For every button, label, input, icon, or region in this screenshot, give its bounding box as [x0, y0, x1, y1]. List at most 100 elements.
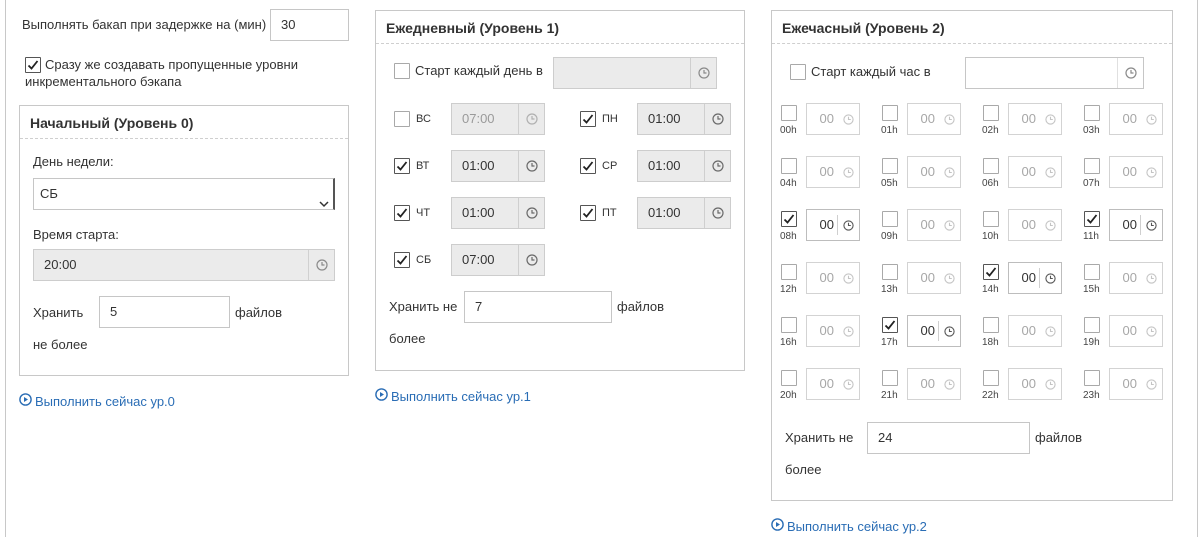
clock-icon[interactable]: [1140, 109, 1162, 129]
clock-icon[interactable]: [704, 151, 730, 181]
hour-checkbox-15[interactable]: [1084, 264, 1100, 280]
hour-minute-input[interactable]: 00: [1008, 262, 1062, 294]
hour-checkbox-23[interactable]: [1084, 370, 1100, 386]
hour-checkbox-19[interactable]: [1084, 317, 1100, 333]
hour-minute-input[interactable]: 00: [1008, 315, 1062, 347]
clock-icon[interactable]: [1039, 162, 1061, 182]
hour-checkbox-7[interactable]: [1084, 158, 1100, 174]
clock-icon[interactable]: [308, 250, 334, 280]
day-time-input[interactable]: 07:00: [451, 103, 545, 135]
hour-checkbox-17[interactable]: [882, 317, 898, 333]
hour-checkbox-5[interactable]: [882, 158, 898, 174]
hour-checkbox-21[interactable]: [882, 370, 898, 386]
clock-icon[interactable]: [837, 215, 859, 235]
day-time-input[interactable]: 01:00: [451, 150, 545, 182]
clock-icon[interactable]: [690, 58, 716, 88]
hour-minute-input[interactable]: 00: [1008, 103, 1062, 135]
hour-checkbox-12[interactable]: [781, 264, 797, 280]
hour-checkbox-11[interactable]: [1084, 211, 1100, 227]
clock-icon[interactable]: [518, 245, 544, 275]
clock-icon[interactable]: [704, 198, 730, 228]
clock-icon[interactable]: [837, 268, 859, 288]
hour-minute-input[interactable]: 00: [907, 156, 961, 188]
clock-icon[interactable]: [938, 321, 960, 341]
level1-keep-input[interactable]: 7: [464, 291, 612, 323]
clock-icon[interactable]: [837, 321, 859, 341]
clock-icon[interactable]: [1039, 321, 1061, 341]
hour-minute-input[interactable]: 00: [1109, 209, 1163, 241]
clock-icon[interactable]: [518, 198, 544, 228]
hour-checkbox-14[interactable]: [983, 264, 999, 280]
clock-icon[interactable]: [837, 162, 859, 182]
hour-minute-input[interactable]: 00: [806, 262, 860, 294]
hour-checkbox-3[interactable]: [1084, 105, 1100, 121]
clock-icon[interactable]: [1140, 268, 1162, 288]
day-checkbox-0[interactable]: [394, 111, 410, 127]
clock-icon[interactable]: [704, 104, 730, 134]
day-time-input[interactable]: 07:00: [451, 244, 545, 276]
clock-icon[interactable]: [837, 109, 859, 129]
day-time-input[interactable]: 01:00: [637, 197, 731, 229]
hour-checkbox-22[interactable]: [983, 370, 999, 386]
day-time-input[interactable]: 01:00: [451, 197, 545, 229]
hour-checkbox-8[interactable]: [781, 211, 797, 227]
day-time-input[interactable]: 01:00: [637, 150, 731, 182]
clock-icon[interactable]: [1039, 374, 1061, 394]
hour-minute-input[interactable]: 00: [806, 103, 860, 135]
day-checkbox-1[interactable]: [580, 111, 596, 127]
hour-checkbox-9[interactable]: [882, 211, 898, 227]
hour-checkbox-4[interactable]: [781, 158, 797, 174]
clock-icon[interactable]: [1039, 268, 1061, 288]
hour-minute-input[interactable]: 00: [907, 315, 961, 347]
hour-minute-input[interactable]: 00: [907, 368, 961, 400]
level0-keep-input[interactable]: 5: [99, 296, 230, 328]
clock-icon[interactable]: [1039, 215, 1061, 235]
every-day-time-input[interactable]: [553, 57, 717, 89]
day-time-input[interactable]: 01:00: [637, 103, 731, 135]
hour-checkbox-13[interactable]: [882, 264, 898, 280]
clock-icon[interactable]: [518, 104, 544, 134]
clock-icon[interactable]: [1140, 321, 1162, 341]
level2-keep-input[interactable]: 24: [867, 422, 1030, 454]
day-checkbox-4[interactable]: [394, 205, 410, 221]
catchup-checkbox[interactable]: [25, 57, 41, 73]
run-now-level1-link[interactable]: Выполнить сейчас ур.1: [375, 388, 531, 404]
hour-minute-input[interactable]: 00: [1109, 156, 1163, 188]
clock-icon[interactable]: [938, 215, 960, 235]
clock-icon[interactable]: [837, 374, 859, 394]
run-now-level2-link[interactable]: Выполнить сейчас ур.2: [771, 518, 927, 534]
hour-minute-input[interactable]: 00: [806, 315, 860, 347]
hour-checkbox-18[interactable]: [983, 317, 999, 333]
hour-checkbox-0[interactable]: [781, 105, 797, 121]
every-hour-time-input[interactable]: [965, 57, 1144, 89]
start-time-input[interactable]: 20:00: [33, 249, 335, 281]
clock-icon[interactable]: [1140, 215, 1162, 235]
hour-minute-input[interactable]: 00: [1008, 156, 1062, 188]
clock-icon[interactable]: [518, 151, 544, 181]
clock-icon[interactable]: [1117, 58, 1143, 88]
clock-icon[interactable]: [938, 374, 960, 394]
hour-minute-input[interactable]: 00: [907, 209, 961, 241]
hour-minute-input[interactable]: 00: [907, 262, 961, 294]
hour-minute-input[interactable]: 00: [1109, 368, 1163, 400]
day-checkbox-2[interactable]: [394, 158, 410, 174]
clock-icon[interactable]: [938, 268, 960, 288]
delay-input[interactable]: 30: [270, 9, 349, 41]
hour-checkbox-1[interactable]: [882, 105, 898, 121]
every-hour-checkbox[interactable]: [790, 64, 806, 80]
hour-checkbox-16[interactable]: [781, 317, 797, 333]
day-checkbox-5[interactable]: [580, 205, 596, 221]
day-checkbox-6[interactable]: [394, 252, 410, 268]
clock-icon[interactable]: [1140, 374, 1162, 394]
hour-minute-input[interactable]: 00: [1008, 368, 1062, 400]
weekday-select[interactable]: СБ: [33, 178, 335, 210]
run-now-level0-link[interactable]: Выполнить сейчас ур.0: [19, 393, 175, 409]
hour-minute-input[interactable]: 00: [907, 103, 961, 135]
hour-checkbox-20[interactable]: [781, 370, 797, 386]
hour-minute-input[interactable]: 00: [1109, 315, 1163, 347]
hour-checkbox-10[interactable]: [983, 211, 999, 227]
hour-minute-input[interactable]: 00: [806, 209, 860, 241]
hour-minute-input[interactable]: 00: [806, 368, 860, 400]
clock-icon[interactable]: [938, 162, 960, 182]
hour-minute-input[interactable]: 00: [1109, 103, 1163, 135]
